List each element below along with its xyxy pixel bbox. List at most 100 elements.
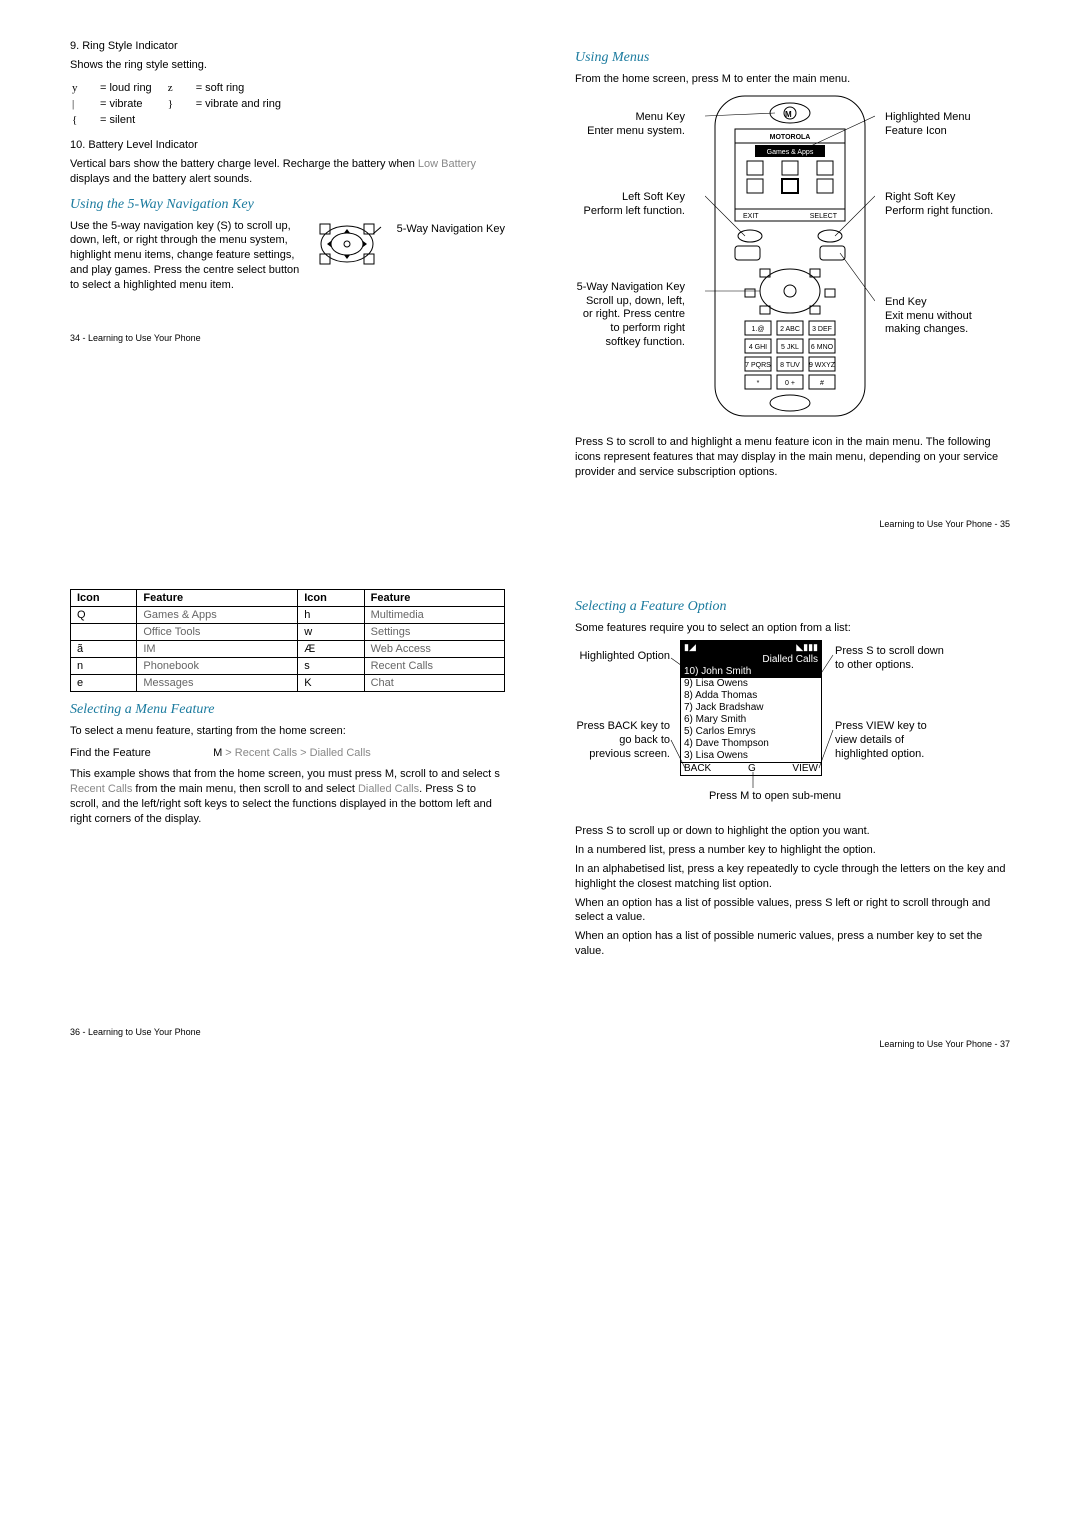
ring-style-heading: 9. Ring Style Indicator bbox=[70, 40, 505, 52]
cell: ã bbox=[71, 641, 137, 658]
ring-sym-soft: z bbox=[168, 81, 194, 95]
cell: h bbox=[298, 607, 364, 624]
opt-p1: Press S to scroll up or down to highligh… bbox=[575, 824, 1010, 839]
using-menus-heading: Using Menus bbox=[575, 50, 1010, 66]
p2-key-s2: S bbox=[456, 783, 463, 795]
svg-text:5 JKL: 5 JKL bbox=[781, 344, 799, 351]
menus-intro-key: M bbox=[722, 73, 731, 85]
svg-text:#: # bbox=[820, 380, 824, 387]
nav-key-icon bbox=[317, 219, 387, 272]
page-36-footer: 36 - Learning to Use Your Phone bbox=[70, 1027, 505, 1037]
ring-sym-loud: y bbox=[72, 81, 98, 95]
label-5way-nav: 5-Way Navigation KeyScroll up, down, lef… bbox=[575, 281, 685, 350]
ring-sym-vibrate-ring: } bbox=[168, 97, 194, 111]
p2-c: , scroll to and select bbox=[394, 768, 494, 780]
svg-text:M: M bbox=[785, 110, 792, 119]
svg-text:*: * bbox=[757, 380, 760, 387]
cell: Office Tools bbox=[137, 624, 298, 641]
page-37: Selecting a Feature Option Some features… bbox=[575, 589, 1010, 1049]
select-option-intro: Some features require you to select an o… bbox=[575, 621, 1010, 636]
nav-desc: Use the 5-way navigation key (S) to scro… bbox=[70, 219, 307, 293]
cell: Games & Apps bbox=[137, 607, 298, 624]
ring-label-loud: = loud ring bbox=[100, 81, 166, 95]
battery-desc-c: displays and the battery alert sounds. bbox=[70, 173, 252, 185]
label-menu-key: Menu KeyEnter menu system. bbox=[575, 111, 685, 139]
ring-label-vibrate-ring: = vibrate and ring bbox=[196, 97, 295, 111]
battery-heading: 10. Battery Level Indicator bbox=[70, 139, 505, 151]
find-seq-key: M bbox=[213, 747, 222, 759]
select-menu-heading: Selecting a Menu Feature bbox=[70, 702, 505, 718]
label-left-soft-key: Left Soft KeyPerform left function. bbox=[575, 191, 685, 219]
tbl-hdr-feature-2: Feature bbox=[364, 590, 504, 607]
p2-h: . Press bbox=[419, 783, 456, 795]
opt-p5: When an option has a list of possible nu… bbox=[575, 929, 1010, 959]
battery-desc-b: Low Battery bbox=[418, 158, 476, 170]
cell: Settings bbox=[364, 624, 504, 641]
page-36: Icon Feature Icon Feature QGames & Appsh… bbox=[70, 589, 505, 1049]
cell: IM bbox=[137, 641, 298, 658]
svg-text:SELECT: SELECT bbox=[810, 213, 838, 220]
ring-style-desc: Shows the ring style setting. bbox=[70, 58, 505, 73]
select-menu-p2: This example shows that from the home sc… bbox=[70, 767, 505, 826]
using-menus-intro: From the home screen, press M to enter t… bbox=[575, 72, 1010, 87]
battery-desc: Vertical bars show the battery charge le… bbox=[70, 157, 505, 187]
svg-text:4 GHI: 4 GHI bbox=[749, 344, 767, 351]
page-37-footer: Learning to Use Your Phone - 37 bbox=[575, 1039, 1010, 1049]
cell: Messages bbox=[137, 675, 298, 692]
tbl-hdr-icon-1: Icon bbox=[71, 590, 137, 607]
opt-p3: In an alphabetised list, press a key rep… bbox=[575, 862, 1010, 892]
ring-sym-vibrate: | bbox=[72, 97, 98, 111]
option-leader-lines bbox=[575, 640, 975, 820]
cell: Chat bbox=[364, 675, 504, 692]
cell: s bbox=[298, 658, 364, 675]
option-diagram: Highlighted Option Press BACK key to go … bbox=[575, 640, 1010, 820]
p2-a: This example shows that from the home sc… bbox=[70, 768, 385, 780]
menus-para: Press S to scroll to and highlight a men… bbox=[575, 435, 1010, 480]
page-35-footer: Learning to Use Your Phone - 35 bbox=[575, 519, 1010, 529]
svg-text:MOTOROLA: MOTOROLA bbox=[770, 134, 811, 141]
cell: n bbox=[71, 658, 137, 675]
page-34-footer: 34 - Learning to Use Your Phone bbox=[70, 333, 505, 343]
p2-key-m: M bbox=[385, 768, 394, 780]
find-seq-rest: > Recent Calls > Dialled Calls bbox=[222, 747, 371, 759]
cell bbox=[71, 624, 137, 641]
p2-key-s: s bbox=[494, 768, 500, 780]
label-end-key: End KeyExit menu without making changes. bbox=[885, 296, 1005, 337]
nav-heading: Using the 5-Way Navigation Key bbox=[70, 197, 505, 213]
tbl-hdr-feature-1: Feature bbox=[137, 590, 298, 607]
svg-text:6 MNO: 6 MNO bbox=[811, 344, 834, 351]
svg-text:EXIT: EXIT bbox=[743, 213, 759, 220]
p2-f: from the main menu, then scroll to and s… bbox=[132, 783, 358, 795]
svg-text:Games & Apps: Games & Apps bbox=[767, 149, 814, 156]
ring-label-vibrate: = vibrate bbox=[100, 97, 166, 111]
phone-diagram: Menu KeyEnter menu system. Left Soft Key… bbox=[575, 91, 1010, 431]
ring-sym-silent: { bbox=[72, 113, 98, 127]
menus-intro-c: to enter the main menu. bbox=[731, 73, 850, 85]
svg-text:8 TUV: 8 TUV bbox=[780, 362, 800, 369]
ring-style-table: y = loud ring z = soft ring | = vibrate … bbox=[70, 79, 297, 129]
svg-text:1.@: 1.@ bbox=[752, 326, 765, 333]
select-option-heading: Selecting a Feature Option bbox=[575, 599, 1010, 615]
tbl-hdr-icon-2: Icon bbox=[298, 590, 364, 607]
ring-label-silent: = silent bbox=[100, 113, 166, 127]
svg-text:3 DEF: 3 DEF bbox=[812, 326, 832, 333]
label-right-soft-key: Right Soft KeyPerform right function. bbox=[885, 191, 1005, 219]
opt-p2: In a numbered list, press a number key t… bbox=[575, 843, 1010, 858]
battery-desc-a: Vertical bars show the battery charge le… bbox=[70, 158, 418, 170]
cell: Recent Calls bbox=[364, 658, 504, 675]
cell: Æ bbox=[298, 641, 364, 658]
p2-recent: Recent Calls bbox=[70, 783, 132, 795]
svg-text:2 ABC: 2 ABC bbox=[780, 326, 800, 333]
svg-text:7 PQRS: 7 PQRS bbox=[745, 362, 771, 369]
opt-p4: When an option has a list of possible va… bbox=[575, 896, 1010, 926]
cell: w bbox=[298, 624, 364, 641]
cell: Phonebook bbox=[137, 658, 298, 675]
select-menu-p1: To select a menu feature, starting from … bbox=[70, 724, 505, 739]
cell: Web Access bbox=[364, 641, 504, 658]
phone-icon: M MOTOROLA Games & Apps EXIT SELECT bbox=[705, 91, 875, 421]
cell: Q bbox=[71, 607, 137, 624]
page-34: 9. Ring Style Indicator Shows the ring s… bbox=[70, 40, 505, 529]
svg-text:9 WXYZ: 9 WXYZ bbox=[809, 362, 836, 369]
cell: Multimedia bbox=[364, 607, 504, 624]
find-the-feature: Find the Feature M > Recent Calls > Dial… bbox=[70, 747, 505, 759]
